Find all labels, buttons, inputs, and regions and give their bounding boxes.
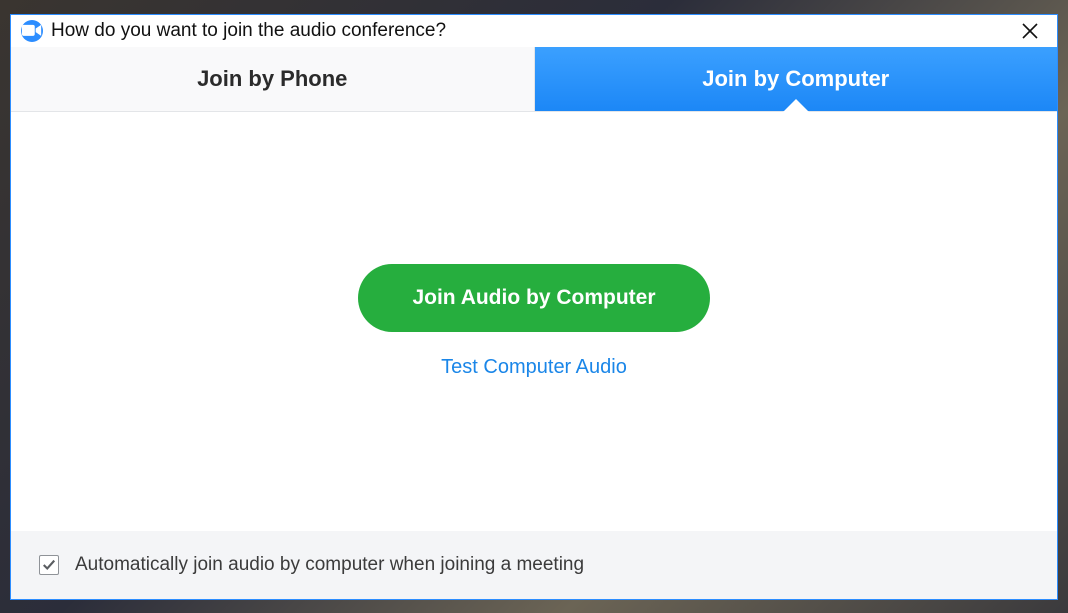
close-icon (1022, 23, 1038, 39)
auto-join-label: Automatically join audio by computer whe… (75, 554, 584, 576)
dialog-title: How do you want to join the audio confer… (51, 20, 1013, 42)
test-audio-link[interactable]: Test Computer Audio (441, 356, 627, 379)
check-icon (42, 558, 56, 572)
content-area: Join Audio by Computer Test Computer Aud… (11, 112, 1057, 531)
zoom-icon (21, 20, 43, 42)
close-button[interactable] (1013, 17, 1047, 45)
titlebar: How do you want to join the audio confer… (11, 15, 1057, 47)
tab-strip: Join by Phone Join by Computer (11, 47, 1057, 112)
tab-join-by-computer[interactable]: Join by Computer (535, 47, 1058, 111)
join-audio-button[interactable]: Join Audio by Computer (358, 264, 709, 332)
auto-join-checkbox[interactable] (39, 555, 59, 575)
tab-join-by-phone[interactable]: Join by Phone (11, 47, 535, 111)
audio-join-dialog: How do you want to join the audio confer… (10, 14, 1058, 600)
footer: Automatically join audio by computer whe… (11, 531, 1057, 599)
